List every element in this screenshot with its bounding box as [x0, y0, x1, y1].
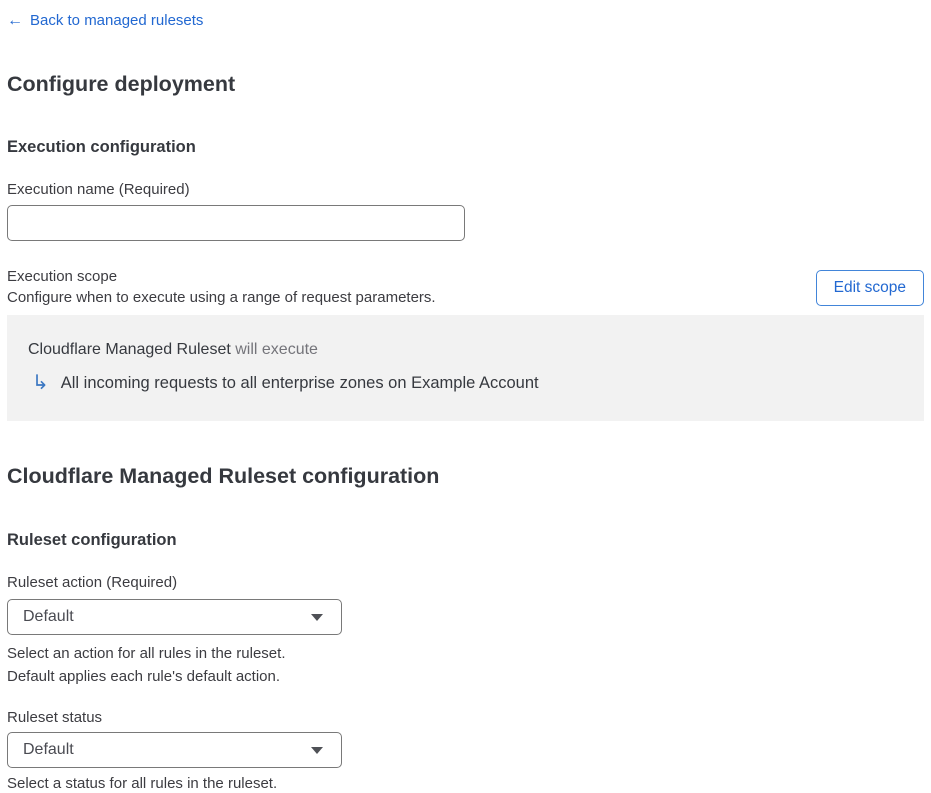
back-arrow-icon: ←: [7, 12, 23, 29]
execution-scope-label: Execution scope: [7, 268, 118, 285]
execution-scope-description: Configure when to execute using a range …: [7, 289, 436, 306]
execution-summary-line2: ↳ All incoming requests to all enterpris…: [28, 371, 903, 395]
summary-scope-text: All incoming requests to all enterprise …: [60, 374, 539, 392]
execution-summary-box: Cloudflare Managed Ruleset will execute …: [7, 315, 924, 421]
ruleset-configuration-title: Cloudflare Managed Ruleset configuration: [7, 464, 440, 488]
summary-ruleset-name: Cloudflare Managed Ruleset: [28, 341, 231, 358]
ruleset-status-label: Ruleset status: [7, 709, 103, 726]
chevron-down-icon: [311, 746, 323, 754]
ruleset-action-help-line2: Default applies each rule's default acti…: [7, 668, 281, 685]
execution-summary-line1: Cloudflare Managed Ruleset will execute: [28, 339, 903, 361]
execution-scope-row: Execution scope Configure when to execut…: [7, 266, 924, 309]
ruleset-configuration-subheading: Ruleset configuration: [7, 531, 177, 549]
ruleset-action-help-line1: Select an action for all rules in the ru…: [7, 645, 286, 662]
summary-will-execute: will execute: [230, 341, 318, 358]
execution-name-input[interactable]: [7, 205, 465, 241]
ruleset-action-select[interactable]: Default: [7, 599, 342, 635]
page-title: Configure deployment: [7, 72, 236, 96]
execution-scope-text: Execution scope Configure when to execut…: [7, 266, 436, 309]
back-to-managed-rulesets-link[interactable]: ← Back to managed rulesets: [7, 12, 203, 30]
chevron-down-icon: [311, 613, 323, 621]
ruleset-status-selected-value: Default: [23, 741, 74, 758]
ruleset-status-help-line1: Select a status for all rules in the rul…: [7, 775, 278, 792]
execution-configuration-heading: Execution configuration: [7, 138, 196, 156]
ruleset-action-label: Ruleset action (Required): [7, 574, 178, 591]
edit-scope-button[interactable]: Edit scope: [815, 269, 924, 306]
ruleset-status-select[interactable]: Default: [7, 732, 342, 768]
back-link-label: Back to managed rulesets: [30, 12, 204, 29]
elbow-arrow-icon: ↳: [32, 372, 49, 394]
ruleset-action-selected-value: Default: [23, 608, 74, 625]
execution-name-label: Execution name (Required): [7, 181, 190, 198]
